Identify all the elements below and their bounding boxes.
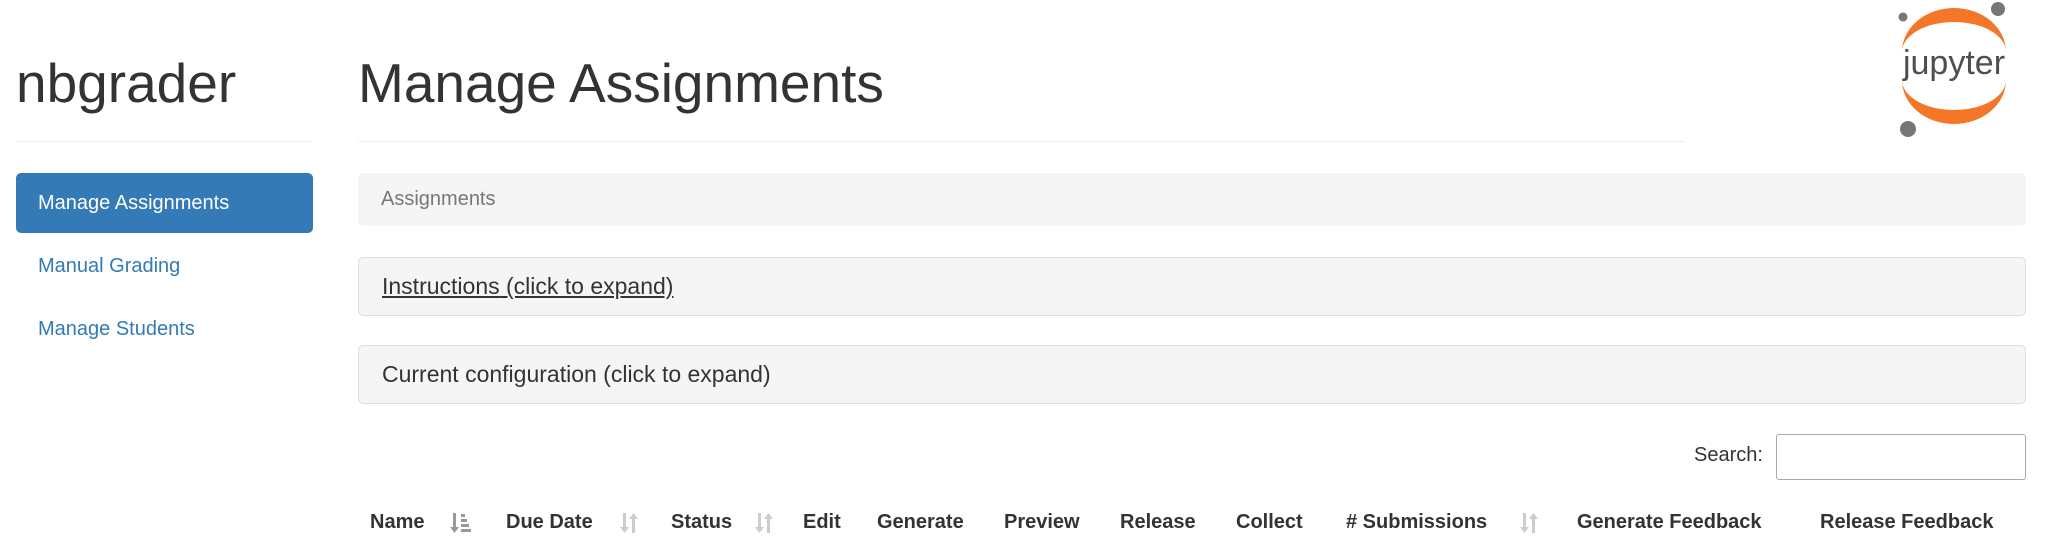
search-label: Search: xyxy=(1694,444,1763,466)
column-header-release: Release xyxy=(1120,511,1196,533)
column-header-collect: Collect xyxy=(1236,511,1303,533)
column-header-edit: Edit xyxy=(803,511,841,533)
search-input[interactable] xyxy=(1776,434,2026,480)
assignments-panel-heading: Assignments xyxy=(358,173,2026,226)
assignments-table-header: Name Due Date Status Edit Generate Previ… xyxy=(358,500,2026,544)
sidebar-item-manual-grading[interactable]: Manual Grading xyxy=(16,236,313,296)
title-divider xyxy=(358,141,1684,142)
configuration-panel[interactable]: Current configuration (click to expand) xyxy=(358,345,2026,404)
sort-both-icon[interactable] xyxy=(1518,512,1540,534)
sort-both-icon[interactable] xyxy=(618,512,640,534)
instructions-panel[interactable]: Instructions (click to expand) xyxy=(358,257,2026,316)
sort-ascending-icon[interactable] xyxy=(450,512,472,534)
sidebar-divider xyxy=(16,141,313,142)
instructions-toggle-link[interactable]: Instructions (click to expand) xyxy=(382,273,673,299)
column-header-status[interactable]: Status xyxy=(671,500,732,544)
sort-both-icon[interactable] xyxy=(753,512,775,534)
brand-title: nbgrader xyxy=(16,52,237,114)
column-header-release-feedback: Release Feedback xyxy=(1820,511,1994,533)
column-header-preview: Preview xyxy=(1004,511,1080,533)
sidebar-item-manage-students[interactable]: Manage Students xyxy=(16,299,313,359)
page-title: Manage Assignments xyxy=(358,52,884,114)
jupyter-logo: jupyter xyxy=(1898,2,2006,137)
column-header-name[interactable]: Name xyxy=(370,500,424,544)
configuration-toggle-label[interactable]: Current configuration (click to expand) xyxy=(382,361,771,387)
column-header-generate: Generate xyxy=(877,511,964,533)
column-header-submissions[interactable]: # Submissions xyxy=(1346,500,1487,544)
sidebar-item-manage-assignments[interactable]: Manage Assignments xyxy=(16,173,313,233)
column-header-due-date[interactable]: Due Date xyxy=(506,500,593,544)
sidebar-nav: Manage Assignments Manual Grading Manage… xyxy=(16,173,313,362)
column-header-generate-feedback: Generate Feedback xyxy=(1577,511,1762,533)
jupyter-logo-text: jupyter xyxy=(1902,44,2005,82)
